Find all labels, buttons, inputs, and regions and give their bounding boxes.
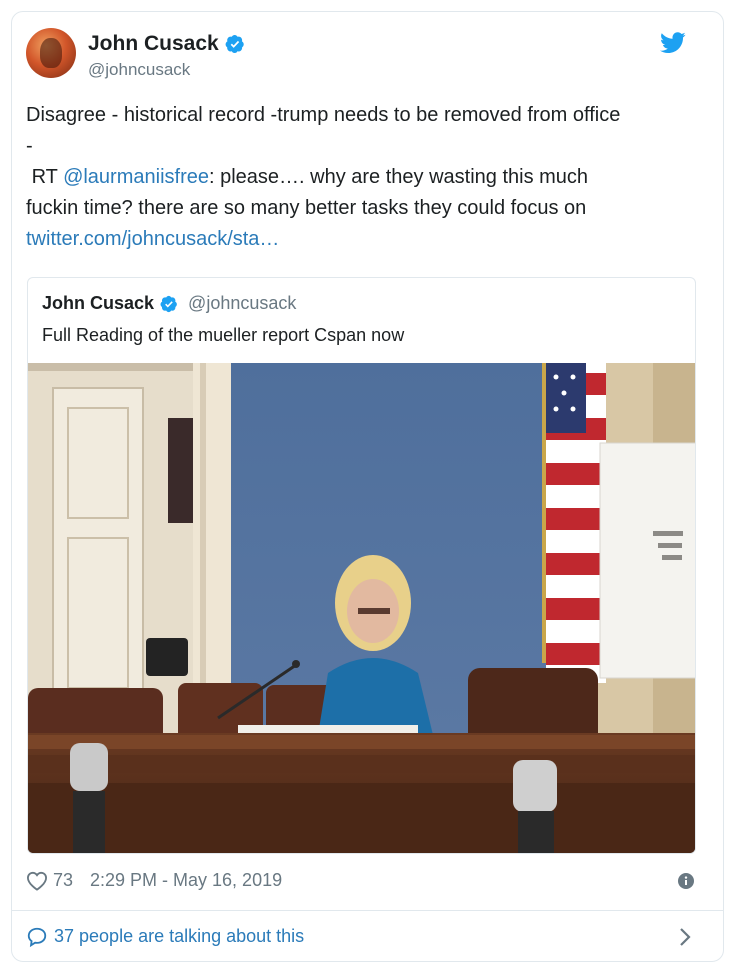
conversation-count[interactable]: 37 people are talking about this <box>54 926 304 947</box>
tweet-body: Disagree - historical record -trump need… <box>26 100 696 255</box>
tweet-line-4: fuckin time? there are so many better ta… <box>26 197 587 219</box>
conversation-link[interactable]: 37 people are talking about this <box>26 923 696 951</box>
quoted-tweet[interactable]: John Cusack @johncusack Full Reading of … <box>27 277 696 854</box>
twitter-bird-icon[interactable] <box>660 32 686 54</box>
rt-rest: : please…. why are they wasting this muc… <box>208 166 589 188</box>
verified-badge-icon <box>225 35 244 54</box>
tweet-line-2: - <box>26 135 33 157</box>
tweet-footer: 73 2:29 PM - May 16, 2019 <box>26 868 696 894</box>
rt-prefix: RT <box>31 166 64 188</box>
speech-bubble-icon <box>27 927 47 948</box>
info-icon[interactable] <box>678 873 694 889</box>
mention-link[interactable]: @laurmaniisfree <box>63 166 209 188</box>
verified-badge-icon <box>160 295 177 312</box>
footer-divider <box>12 910 723 911</box>
tweet-line-1: Disagree - historical record -trump need… <box>26 104 621 126</box>
author-handle[interactable]: @johncusack <box>88 60 190 80</box>
quoted-author-handle[interactable]: @johncusack <box>188 293 296 314</box>
like-count[interactable]: 73 <box>53 870 73 891</box>
quoted-photo[interactable] <box>28 363 696 854</box>
tweet-line-3: RT @laurmaniisfree: please…. why are the… <box>26 162 696 193</box>
quoted-header: John Cusack @johncusack <box>42 293 296 314</box>
chevron-right-icon[interactable] <box>678 927 692 947</box>
heart-icon[interactable] <box>26 871 48 891</box>
tweet-timestamp[interactable]: 2:29 PM - May 16, 2019 <box>90 870 282 891</box>
tweet-header: John Cusack @johncusack <box>26 28 686 82</box>
author-name-row[interactable]: John Cusack <box>88 32 245 56</box>
quoted-author-name[interactable]: John Cusack <box>42 293 154 314</box>
quoted-text: Full Reading of the mueller report Cspan… <box>42 325 405 345</box>
tweet-url-link[interactable]: twitter.com/johncusack/sta… <box>26 224 696 255</box>
author-name[interactable]: John Cusack <box>88 32 219 56</box>
author-avatar[interactable] <box>26 28 76 78</box>
